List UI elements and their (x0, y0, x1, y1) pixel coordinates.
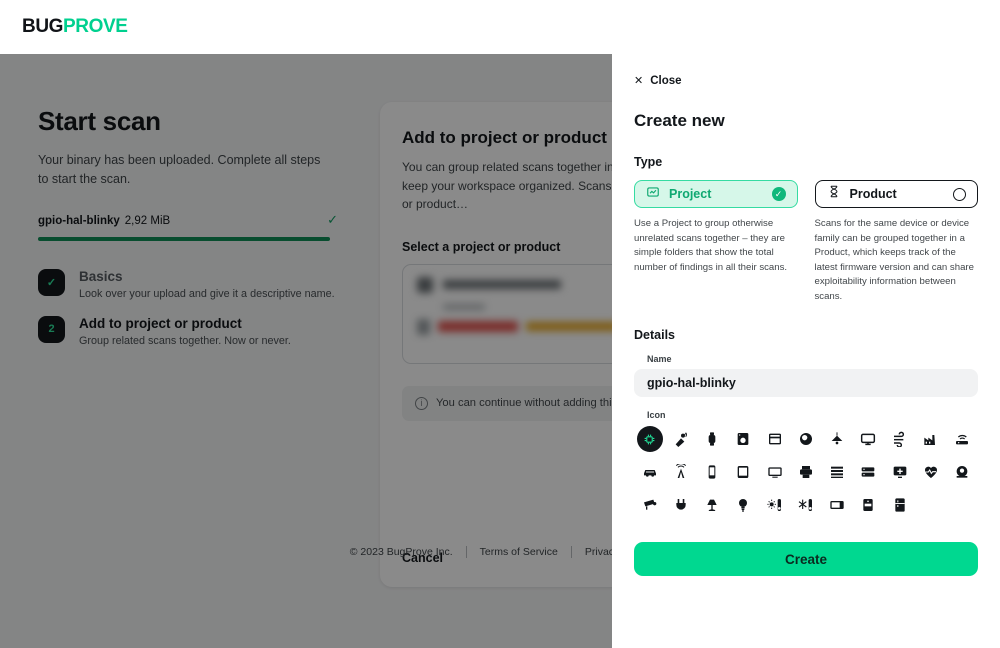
tv-icon[interactable] (759, 459, 790, 485)
factory-icon[interactable] (915, 426, 946, 452)
type-name: Project (669, 187, 712, 201)
refrigerator-icon[interactable] (884, 492, 915, 518)
details-section-label: Details (634, 328, 675, 343)
cpu-chip-icon[interactable] (636, 426, 663, 453)
type-option-product: Product Scans for the same device or dev… (814, 180, 978, 304)
type-card-product[interactable]: Product (814, 180, 978, 208)
satellite-dish-icon[interactable] (665, 426, 696, 452)
close-icon: ✕ (634, 75, 644, 87)
radio-selected-icon[interactable]: ✓ (771, 187, 786, 201)
ceiling-lamp-icon[interactable] (822, 426, 853, 452)
create-button[interactable]: Create (634, 542, 978, 577)
icon-picker-grid (634, 426, 978, 518)
type-card-project[interactable]: Project ✓ (634, 180, 798, 208)
create-new-drawer: ✕ Close Create new Type Project ✓ Use a … (612, 0, 1000, 648)
brand-logo[interactable]: BUG PROVE (22, 16, 128, 38)
washing-machine-icon[interactable] (728, 426, 759, 452)
icon-field-label: Icon (647, 410, 666, 421)
thermostat-cool-icon[interactable] (790, 492, 821, 518)
air-flow-icon[interactable] (884, 426, 915, 452)
type-description: Scans for the same device or device fami… (814, 218, 974, 302)
logo-bug-text: BUG (22, 16, 64, 37)
monitor-icon[interactable] (853, 426, 884, 452)
close-label: Close (650, 74, 682, 87)
table-lamp-icon[interactable] (697, 492, 728, 518)
project-folder-icon (646, 185, 660, 204)
radio-unselected-icon[interactable] (953, 187, 966, 201)
type-option-project: Project ✓ Use a Project to group otherwi… (634, 180, 798, 304)
type-section-label: Type (634, 155, 663, 169)
tablet-icon[interactable] (728, 459, 759, 485)
app-root: BUG PROVE Start scan Your binary has been… (0, 0, 1000, 648)
smartwatch-icon[interactable] (697, 426, 728, 452)
type-description: Use a Project to group otherwise unrelat… (634, 218, 788, 273)
camera-lens-icon[interactable] (790, 426, 821, 452)
smartphone-icon[interactable] (697, 459, 728, 485)
server-rack-icon[interactable] (853, 459, 884, 485)
name-input[interactable] (634, 369, 978, 398)
cell-tower-icon[interactable] (665, 459, 696, 485)
thermostat-heat-icon[interactable] (759, 492, 790, 518)
microwave-icon[interactable] (822, 492, 853, 518)
medical-monitor-icon[interactable] (884, 459, 915, 485)
name-field-label: Name (647, 354, 672, 365)
printer-icon[interactable] (790, 459, 821, 485)
heart-pulse-icon[interactable] (915, 459, 946, 485)
oven-icon[interactable] (759, 426, 790, 452)
product-hourglass-icon (827, 184, 841, 204)
type-options: Project ✓ Use a Project to group otherwi… (634, 180, 978, 304)
dome-camera-icon[interactable] (947, 459, 978, 485)
type-name: Product (849, 187, 897, 201)
car-icon[interactable] (634, 459, 665, 485)
wifi-router-icon[interactable] (947, 426, 978, 452)
close-button[interactable]: ✕ Close (634, 0, 978, 88)
light-bulb-icon[interactable] (728, 492, 759, 518)
logo-prove-text: PROVE (63, 16, 128, 37)
server-stack-icon[interactable] (822, 459, 853, 485)
security-camera-icon[interactable] (634, 492, 665, 518)
drawer-title: Create new (634, 111, 725, 130)
toaster-icon[interactable] (853, 492, 884, 518)
power-plug-icon[interactable] (665, 492, 696, 518)
